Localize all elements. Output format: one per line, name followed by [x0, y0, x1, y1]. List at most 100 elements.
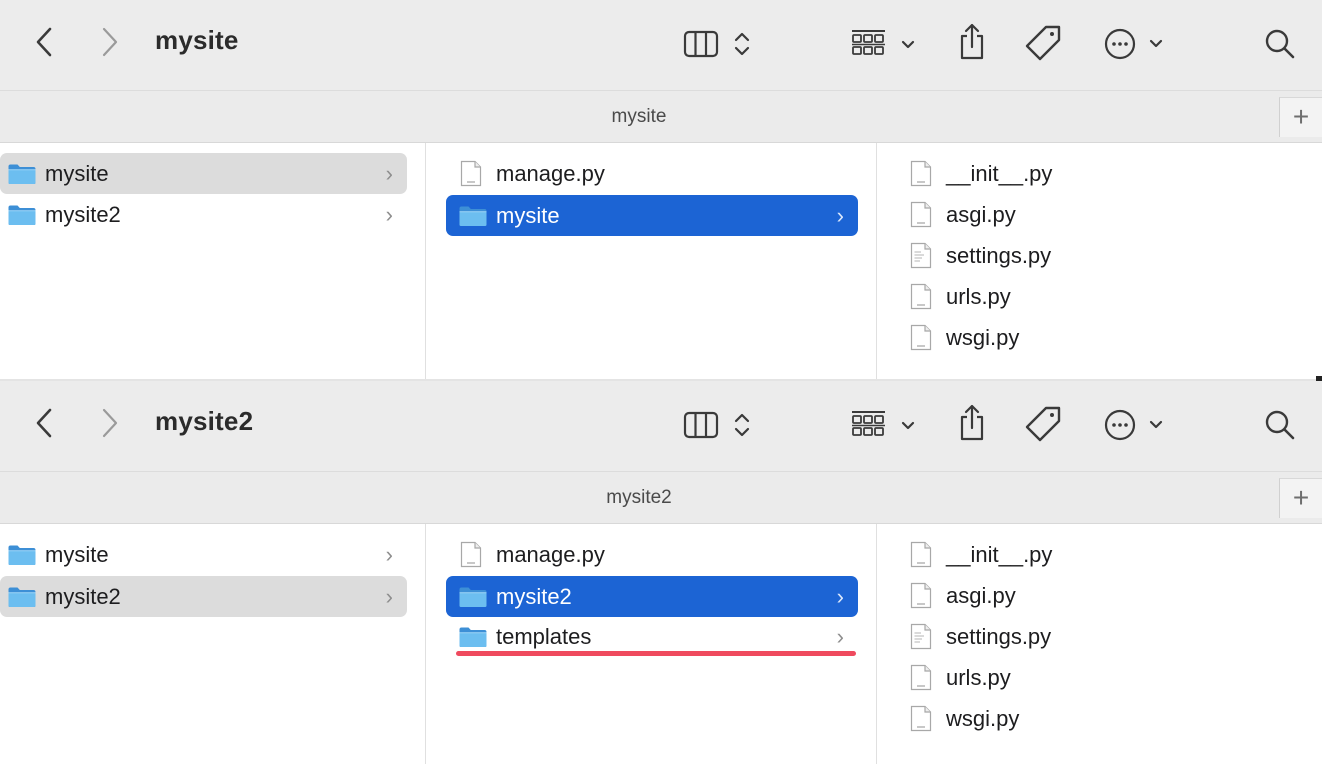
item-label: urls.py: [946, 664, 1011, 690]
toolbar: mysite2: [0, 381, 1322, 471]
item-label: templates: [496, 623, 592, 649]
back-button[interactable]: [26, 403, 62, 443]
chevron-right-icon: ›: [385, 201, 393, 227]
list-item-mysite[interactable]: mysite ›: [0, 534, 407, 575]
back-icon: [36, 408, 52, 438]
item-label: urls.py: [946, 283, 1011, 309]
item-label: mysite: [45, 541, 109, 567]
chevron-right-icon: ›: [385, 541, 393, 567]
list-item-manage-py[interactable]: manage.py: [446, 534, 858, 575]
back-button[interactable]: [26, 22, 62, 62]
item-label: settings.py: [946, 623, 1052, 649]
file-icon: [910, 582, 932, 609]
list-item-init-py[interactable]: __init__.py: [910, 534, 1310, 575]
file-icon: [460, 541, 482, 568]
column-3: __init__.py asgi.py settings.py urls.py …: [878, 524, 1322, 764]
search-button[interactable]: [1258, 403, 1302, 447]
share-icon: [960, 404, 984, 441]
tag-button[interactable]: [1020, 20, 1066, 66]
list-item-mysite2-selected[interactable]: mysite2 ›: [446, 576, 858, 617]
tab-bar: mysite +: [0, 90, 1322, 143]
list-item-urls-py[interactable]: urls.py: [910, 657, 1310, 698]
item-label: __init__.py: [946, 160, 1053, 186]
folder-icon: [7, 544, 37, 566]
file-icon: [910, 201, 932, 228]
file-icon: [910, 541, 932, 568]
folder-icon: [458, 586, 488, 608]
forward-button[interactable]: [92, 403, 128, 443]
item-label: wsgi.py: [946, 705, 1020, 731]
column-2: manage.py mysite ›: [427, 143, 877, 379]
file-icon: [910, 664, 932, 691]
item-label: asgi.py: [946, 201, 1016, 227]
group-button[interactable]: [848, 405, 920, 445]
tab-mysite[interactable]: mysite: [0, 91, 1278, 143]
back-icon: [36, 27, 52, 57]
window-title: mysite: [155, 25, 239, 55]
list-item-wsgi-py[interactable]: wsgi.py: [910, 317, 1310, 358]
item-label: mysite2: [496, 583, 572, 609]
chevron-right-icon: ›: [385, 160, 393, 186]
list-item-manage-py[interactable]: manage.py: [446, 153, 858, 194]
folder-icon: [7, 586, 37, 608]
list-item-mysite2[interactable]: mysite2 ›: [0, 576, 407, 617]
forward-button[interactable]: [92, 22, 128, 62]
list-item-asgi-py[interactable]: asgi.py: [910, 194, 1310, 235]
column-1: mysite › mysite2 ›: [0, 524, 426, 764]
column-view-icon: [683, 411, 750, 439]
list-item-init-py[interactable]: __init__.py: [910, 153, 1310, 194]
list-item-settings-py[interactable]: settings.py: [910, 235, 1310, 276]
window-title: mysite2: [155, 406, 254, 436]
share-button[interactable]: [952, 20, 992, 64]
list-item-mysite-selected[interactable]: mysite ›: [446, 195, 858, 236]
file-icon: [460, 160, 482, 187]
tab-mysite2[interactable]: mysite2: [0, 472, 1278, 524]
tag-button[interactable]: [1020, 401, 1066, 447]
column-2: manage.py mysite2 › templates ›: [427, 524, 877, 764]
tag-icon: [1025, 25, 1061, 61]
more-actions-button[interactable]: [1100, 22, 1172, 66]
folder-icon: [7, 204, 37, 226]
list-item-mysite2[interactable]: mysite2 ›: [0, 194, 407, 235]
toolbar: mysite: [0, 0, 1322, 90]
group-button[interactable]: [848, 24, 920, 64]
list-item-urls-py[interactable]: urls.py: [910, 276, 1310, 317]
share-button[interactable]: [952, 401, 992, 445]
file-icon: [910, 705, 932, 732]
search-icon: [1265, 29, 1295, 59]
group-icon: [852, 30, 915, 55]
file-icon: [910, 283, 932, 310]
search-button[interactable]: [1258, 22, 1302, 66]
item-label: wsgi.py: [946, 324, 1020, 350]
list-item-settings-py[interactable]: settings.py: [910, 616, 1310, 657]
annotation-underline: [456, 651, 856, 656]
item-label: asgi.py: [946, 582, 1016, 608]
item-label: __init__.py: [946, 541, 1053, 567]
more-icon: [1104, 409, 1163, 441]
chevron-right-icon: ›: [836, 583, 844, 609]
column-view-icon: [683, 30, 750, 58]
view-mode-button[interactable]: [680, 405, 760, 445]
item-label: mysite2: [45, 583, 121, 609]
new-tab-button[interactable]: +: [1279, 478, 1322, 518]
list-item-wsgi-py[interactable]: wsgi.py: [910, 698, 1310, 739]
tab-bar: mysite2 +: [0, 471, 1322, 524]
view-mode-button[interactable]: [680, 24, 760, 64]
text-file-icon: [910, 623, 932, 650]
chevron-right-icon: ›: [385, 583, 393, 609]
item-label: mysite: [496, 202, 560, 228]
forward-icon: [102, 408, 118, 438]
new-tab-button[interactable]: +: [1279, 97, 1322, 137]
chevron-right-icon: ›: [836, 202, 844, 228]
forward-icon: [102, 27, 118, 57]
list-item-asgi-py[interactable]: asgi.py: [910, 575, 1310, 616]
more-actions-button[interactable]: [1100, 403, 1172, 447]
item-label: manage.py: [496, 541, 605, 567]
file-icon: [910, 160, 932, 187]
finder-window-mysite: mysite mysite + mysite › mysite2 › manag…: [0, 0, 1322, 379]
finder-window-mysite2: mysite2 mysite2 + mysite › mysite2 › man…: [0, 381, 1322, 764]
folder-icon: [458, 205, 488, 227]
item-label: mysite: [45, 160, 109, 186]
list-item-mysite[interactable]: mysite ›: [0, 153, 407, 194]
item-label: manage.py: [496, 160, 605, 186]
